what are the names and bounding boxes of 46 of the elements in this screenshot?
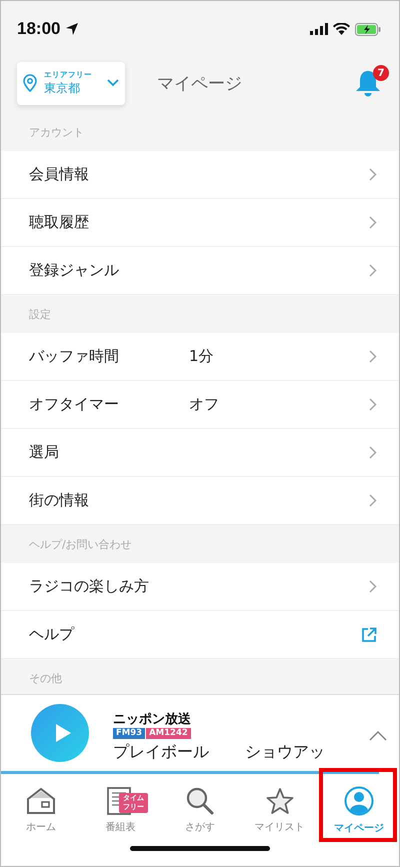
chevron-down-icon: [107, 79, 119, 87]
frequency-tag: FM93: [113, 728, 146, 738]
chevron-right-icon: [369, 216, 377, 229]
notification-count: 7: [373, 65, 389, 81]
menu-row[interactable]: 聴取履歴: [1, 199, 399, 247]
chevron-right-icon: [369, 168, 377, 181]
tab[interactable]: さがす: [160, 774, 240, 846]
program-title: ショウアッ: [245, 742, 325, 762]
location-arrow-icon: [65, 22, 80, 36]
star-icon: [266, 786, 294, 814]
menu-row[interactable]: 会員情報: [1, 151, 399, 199]
menu-row[interactable]: ヘルプ: [1, 611, 399, 659]
page-title: マイページ: [157, 72, 243, 94]
location-pin-icon: [23, 74, 37, 92]
chevron-right-icon: [369, 446, 377, 459]
house-icon: [26, 786, 56, 814]
status-time: 18:00: [17, 19, 60, 39]
signal-icon: [310, 23, 328, 35]
external-link-icon: [361, 626, 377, 642]
user-avatar-icon: [344, 786, 374, 816]
program-title: プレイボール: [113, 742, 209, 762]
chevron-right-icon: [369, 494, 377, 507]
wifi-icon: [333, 23, 350, 35]
menu-row[interactable]: オフタイマー オフ: [1, 381, 399, 429]
chevron-up-icon[interactable]: [369, 731, 387, 741]
menu-row[interactable]: 選局: [1, 429, 399, 477]
section-header: アカウント: [29, 124, 84, 140]
chevron-right-icon: [369, 264, 377, 277]
play-icon: [54, 723, 72, 743]
area-name: 東京都: [44, 80, 81, 96]
menu-row[interactable]: バッファ時間 1分: [1, 333, 399, 381]
section-header: その他: [29, 670, 62, 686]
battery-icon: [355, 22, 381, 36]
menu-row[interactable]: 街の情報: [1, 477, 399, 525]
section-header: 設定: [29, 306, 51, 322]
section-header: ヘルプ/お問い合わせ: [29, 536, 132, 552]
chevron-right-icon: [369, 398, 377, 411]
station-name: ニッポン放送: [113, 710, 191, 728]
search-icon: [186, 786, 214, 814]
chevron-right-icon: [369, 350, 377, 363]
frequency-tag: AM1242: [146, 728, 191, 738]
chevron-right-icon: [369, 580, 377, 593]
tab[interactable]: マイリスト: [240, 774, 320, 846]
menu-row[interactable]: 登録ジャンル: [1, 247, 399, 295]
tab[interactable]: ホーム: [1, 774, 81, 846]
menu-row[interactable]: ラジコの楽しみ方: [1, 563, 399, 611]
